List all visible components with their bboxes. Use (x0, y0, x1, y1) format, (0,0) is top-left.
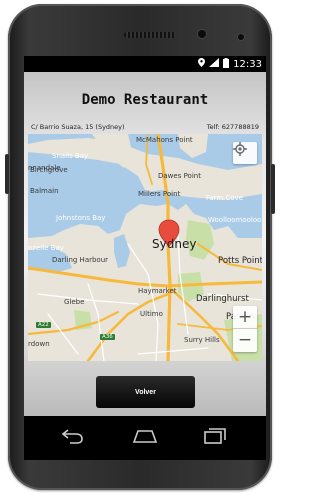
page-title: Demo Restaurant (81, 92, 209, 108)
map-label: Snails Bay (52, 152, 89, 160)
map-label: Haymarket (138, 287, 177, 295)
battery-icon (223, 57, 230, 71)
map-label: Millers Point (138, 190, 181, 198)
map-label: Balmain (30, 187, 59, 195)
map-label: rdown (28, 340, 50, 348)
back-button[interactable]: Volver (96, 376, 195, 408)
map-view[interactable]: McMahons Point Snails Bay Birchgrove Daw… (28, 134, 262, 361)
restaurant-phone[interactable]: Telf: 627788819 (207, 123, 259, 131)
zoom-in-button[interactable]: + (233, 306, 257, 328)
map-label: Glebe (64, 298, 85, 306)
volume-button (5, 154, 9, 194)
map-label: McMahons Point (136, 136, 193, 144)
status-bar: 12:33 (24, 56, 266, 72)
speaker-grill (124, 32, 176, 38)
zoom-out-button[interactable]: − (233, 329, 257, 351)
location-icon (198, 58, 206, 70)
status-time: 12:33 (233, 58, 262, 70)
signal-icon (209, 58, 220, 70)
home-icon[interactable] (132, 428, 158, 448)
map-label: Surry Hills (184, 336, 220, 344)
map-label: ozelle Bay (28, 244, 64, 252)
recent-apps-icon[interactable] (204, 428, 226, 448)
map-label: Sydney (152, 237, 197, 251)
route-badge: A22 (36, 322, 51, 328)
map-label: Johnstons Bay (56, 214, 106, 222)
sensor (238, 34, 244, 40)
map-label: nnandale (28, 164, 61, 172)
power-button (271, 164, 275, 214)
back-icon[interactable] (61, 428, 84, 448)
restaurant-address: C/ Barrio Suaza, 15 (Sydney) (31, 123, 125, 131)
my-location-button[interactable] (233, 142, 257, 164)
app-screen: 12:33 Demo Restaurant C/ Barrio Suaza, 1… (24, 56, 266, 416)
zoom-controls: + − (233, 306, 257, 352)
map-label: Darlinghurst (196, 294, 249, 304)
map-label: Woolloomooloo Bay (208, 216, 262, 224)
map-label: Ultimo (140, 310, 163, 318)
route-badge: A36 (100, 334, 115, 340)
front-camera (198, 30, 206, 38)
map-label: Dawes Point (158, 172, 201, 180)
map-label: Farm Cove (206, 194, 244, 202)
map-label: Potts Point (218, 256, 262, 266)
navigation-bar (24, 416, 266, 460)
map-label: Darling Harbour (52, 256, 109, 264)
